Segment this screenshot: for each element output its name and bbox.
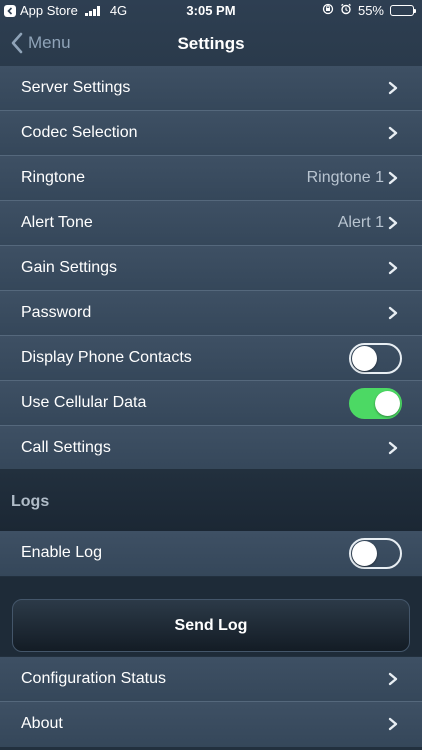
alarm-icon (340, 3, 352, 18)
rotation-lock-icon (322, 3, 334, 18)
chevron-right-icon (388, 717, 398, 731)
logs-section-header: Logs (0, 469, 422, 531)
chevron-right-icon (388, 171, 398, 185)
send-log-button[interactable]: Send Log (12, 599, 410, 652)
display-phone-contacts-row: Display Phone Contacts (0, 336, 422, 381)
row-label: Codec Selection (21, 124, 138, 141)
chevron-right-icon (388, 672, 398, 686)
gain-settings-row[interactable]: Gain Settings (0, 246, 422, 291)
send-log-area: Send Log (0, 577, 422, 656)
server-settings-row[interactable]: Server Settings (0, 66, 422, 111)
row-label: Password (21, 304, 92, 321)
status-bar: App Store 4G 3:05 PM 55% (0, 0, 422, 22)
battery-icon (390, 5, 416, 16)
password-row[interactable]: Password (0, 291, 422, 336)
settings-group: Server Settings Codec Selection Ringtone… (0, 66, 422, 471)
toggle-knob (352, 541, 377, 566)
row-label: Ringtone (21, 169, 86, 186)
ringtone-row[interactable]: Ringtone Ringtone 1 (0, 156, 422, 201)
chevron-right-icon (388, 261, 398, 275)
call-settings-row[interactable]: Call Settings (0, 426, 422, 471)
logs-group: Enable Log (0, 531, 422, 576)
page-title: Settings (177, 34, 245, 53)
alert-tone-value: Alert 1 (337, 214, 384, 231)
logs-header-label: Logs (11, 493, 50, 510)
about-row[interactable]: About (0, 702, 422, 747)
alert-tone-row[interactable]: Alert Tone Alert 1 (0, 201, 422, 246)
row-label: Use Cellular Data (21, 394, 147, 411)
chevron-right-icon (388, 126, 398, 140)
toggle-knob (375, 391, 400, 416)
row-label: Enable Log (21, 544, 102, 561)
chevron-right-icon (388, 441, 398, 455)
status-right: 55% (322, 3, 416, 18)
row-label: Alert Tone (21, 214, 93, 231)
display-phone-contacts-toggle[interactable] (349, 343, 402, 374)
navigation-bar: Menu Settings (0, 22, 422, 66)
row-label: Display Phone Contacts (21, 349, 192, 366)
toggle-knob (352, 346, 377, 371)
footer-group: Configuration Status About (0, 657, 422, 747)
chevron-right-icon (388, 216, 398, 230)
row-label: About (21, 715, 63, 732)
configuration-status-row[interactable]: Configuration Status (0, 657, 422, 702)
row-label: Server Settings (21, 79, 131, 96)
use-cellular-data-toggle[interactable] (349, 388, 402, 419)
row-label: Call Settings (21, 439, 111, 456)
battery-percent: 55% (357, 3, 384, 18)
enable-log-toggle[interactable] (349, 538, 402, 569)
codec-selection-row[interactable]: Codec Selection (0, 111, 422, 156)
chevron-right-icon (388, 306, 398, 320)
chevron-right-icon (388, 81, 398, 95)
row-label: Configuration Status (21, 670, 166, 687)
row-label: Gain Settings (21, 259, 118, 276)
top-bar: App Store 4G 3:05 PM 55% Menu Settings (0, 0, 422, 66)
ringtone-value: Ringtone 1 (306, 169, 384, 186)
use-cellular-data-row: Use Cellular Data (0, 381, 422, 426)
enable-log-row: Enable Log (0, 531, 422, 576)
